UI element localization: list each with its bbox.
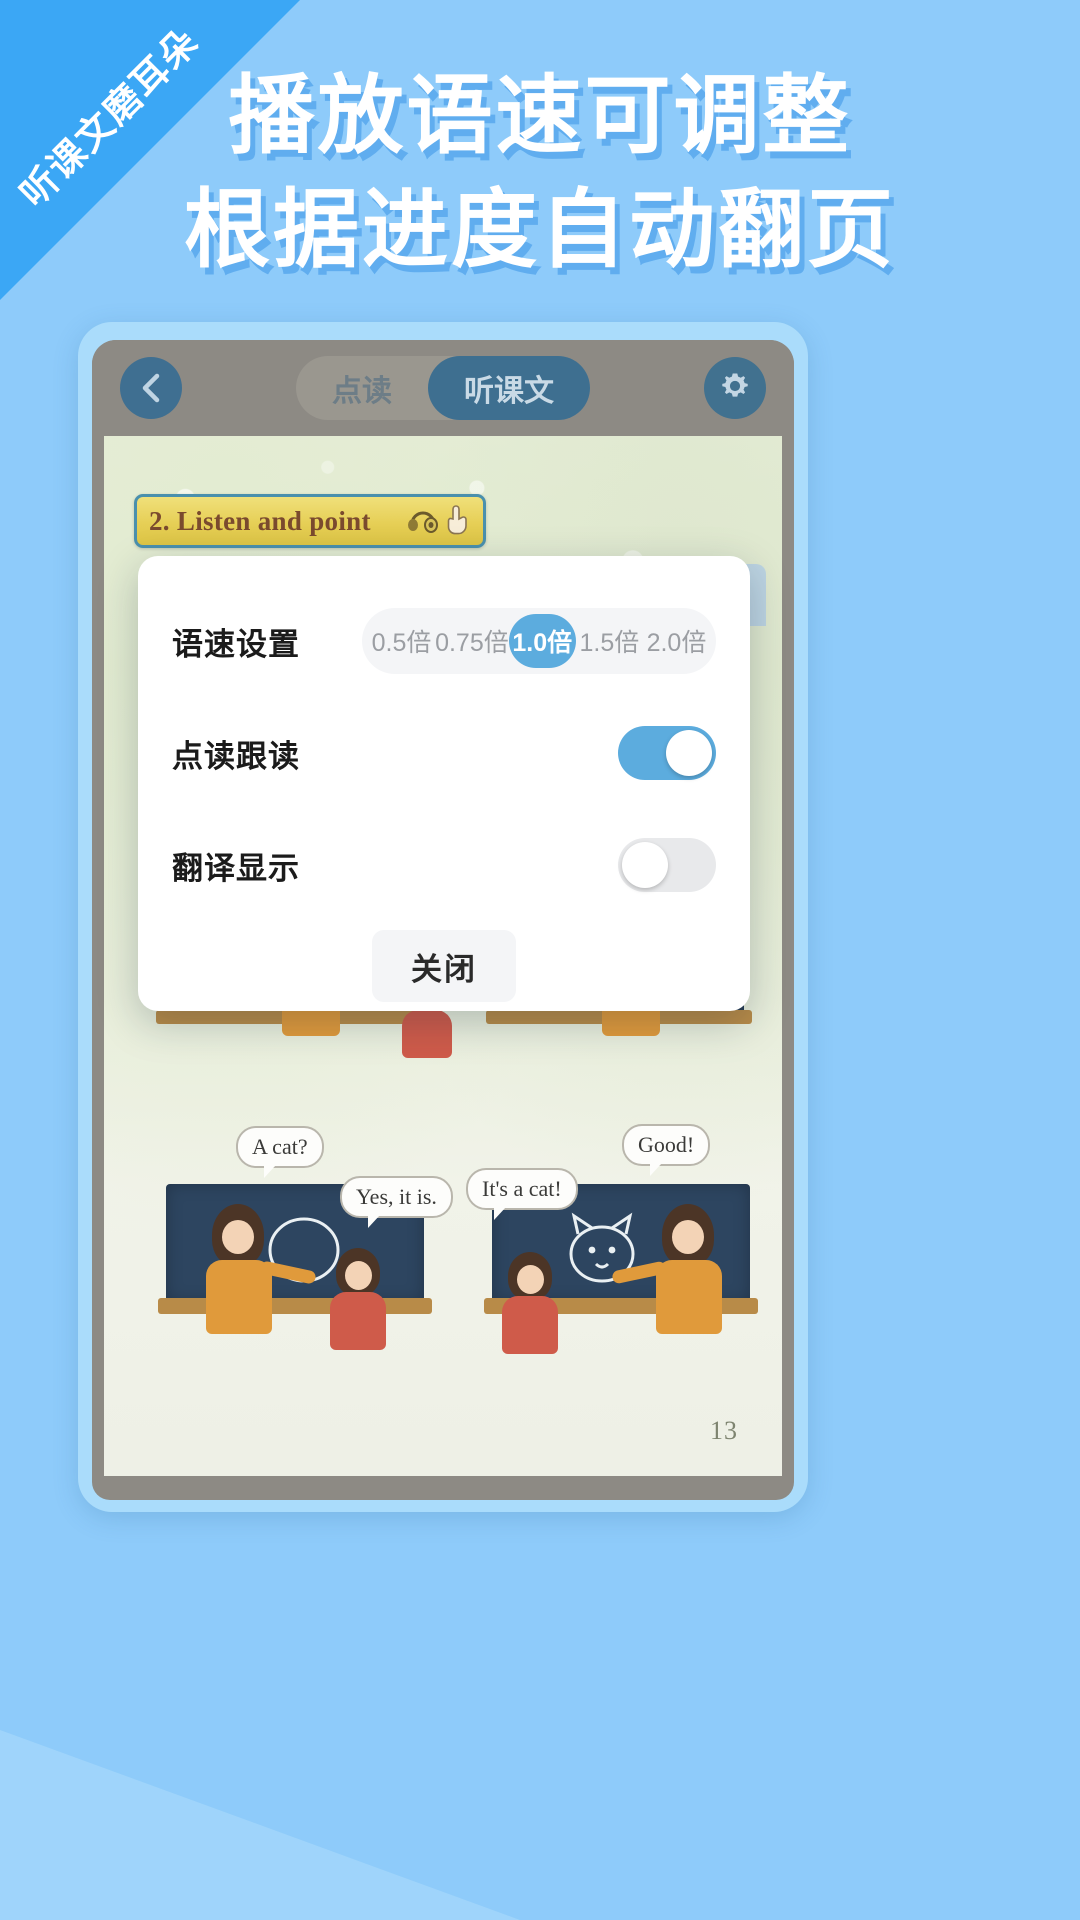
tab-dianDu[interactable]: 点读	[296, 356, 428, 420]
lesson-banner: 2. Listen and point	[134, 494, 486, 548]
mode-tabs: 点读 听课文	[296, 356, 590, 420]
gear-icon	[718, 369, 752, 408]
speech-bubble: A cat?	[236, 1126, 324, 1178]
settings-button[interactable]	[704, 357, 766, 419]
speech-bubble: Yes, it is.	[340, 1176, 453, 1228]
translation-label: 翻译显示	[172, 850, 300, 886]
settings-dialog: 语速设置 0.5倍 0.75倍 1.0倍 1.5倍 2.0倍 点读跟读 翻译显示…	[138, 556, 750, 1011]
bottom-corner-wedge	[0, 1730, 520, 1920]
close-button[interactable]: 关闭	[372, 930, 516, 1002]
speed-setting-label: 语速设置	[172, 626, 300, 662]
app-top-bar: 点读 听课文	[92, 340, 794, 436]
speed-option-group: 0.5倍 0.75倍 1.0倍 1.5倍 2.0倍	[362, 608, 716, 674]
tab-tingKeWen[interactable]: 听课文	[428, 356, 590, 420]
illustration-row-bottom: A cat? Yes, it is. It's a cat! Good!	[104, 1124, 782, 1406]
speed-option-1-5x[interactable]: 1.5倍	[576, 614, 643, 668]
speed-setting-row: 语速设置 0.5倍 0.75倍 1.0倍 1.5倍 2.0倍	[172, 602, 716, 680]
headphones-icon	[407, 504, 441, 539]
translation-row: 翻译显示	[172, 826, 716, 904]
lesson-title: 2. Listen and point	[149, 505, 371, 536]
speech-bubble: Good!	[622, 1124, 711, 1176]
chevron-left-icon	[138, 373, 164, 403]
follow-read-row: 点读跟读	[172, 714, 716, 792]
page-number: 13	[710, 1416, 738, 1445]
back-button[interactable]	[120, 357, 182, 419]
corner-ribbon: 听课文磨耳朵	[0, 0, 340, 340]
pointing-hand-icon	[445, 502, 471, 541]
lesson-icon-group	[407, 502, 471, 541]
speed-option-2-0x[interactable]: 2.0倍	[643, 614, 710, 668]
chalkboard-ledge	[158, 1298, 432, 1314]
translation-toggle[interactable]	[618, 838, 716, 892]
toggle-knob-icon	[622, 842, 668, 888]
toggle-knob-icon	[666, 730, 712, 776]
follow-read-toggle[interactable]	[618, 726, 716, 780]
speed-option-0-5x[interactable]: 0.5倍	[368, 614, 435, 668]
speech-bubble: It's a cat!	[466, 1168, 578, 1220]
dialog-footer: 关闭	[172, 930, 716, 1002]
follow-read-label: 点读跟读	[172, 738, 300, 774]
speed-option-0-75x[interactable]: 0.75倍	[435, 614, 509, 668]
speed-option-1-0x[interactable]: 1.0倍	[508, 614, 576, 668]
